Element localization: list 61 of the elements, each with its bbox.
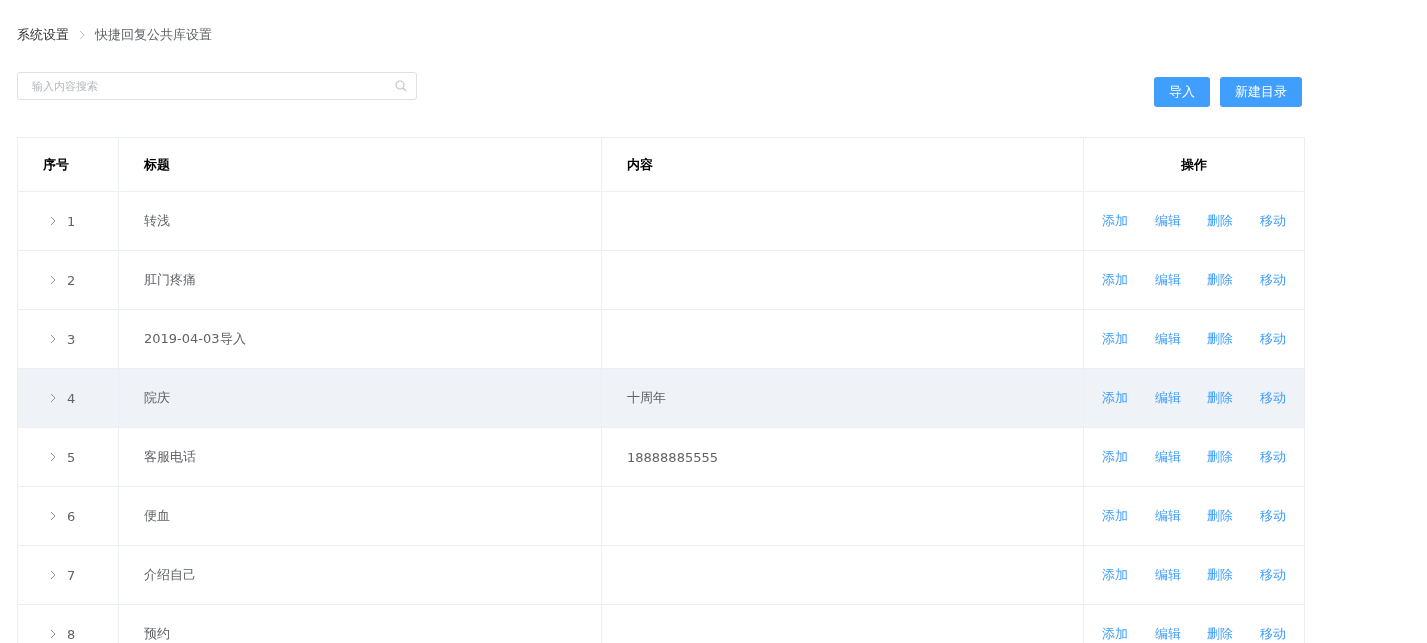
action-link[interactable]: 删除	[1207, 212, 1234, 230]
title-cell: 客服电话	[144, 449, 196, 464]
action-link[interactable]: 移动	[1259, 507, 1286, 525]
column-header: 序号	[17, 137, 119, 192]
title-cell: 介绍自己	[144, 567, 196, 582]
action-link[interactable]: 移动	[1259, 566, 1286, 584]
action-link[interactable]: 添加	[1102, 566, 1128, 584]
action-link[interactable]: 编辑	[1154, 330, 1181, 348]
column-header: 标题	[118, 137, 602, 192]
title-cell: 肛门疼痛	[144, 272, 196, 287]
content-cell: 十周年	[627, 390, 666, 405]
breadcrumb-item: 快捷回复公共库设置	[95, 26, 212, 44]
action-link[interactable]: 添加	[1102, 389, 1128, 407]
action-link[interactable]: 添加	[1102, 330, 1128, 348]
row-index: 4	[67, 390, 76, 406]
action-link[interactable]: 删除	[1207, 271, 1234, 289]
column-header: 内容	[601, 137, 1084, 192]
row-index: 5	[67, 449, 76, 465]
action-link[interactable]: 移动	[1259, 625, 1286, 643]
action-link[interactable]: 移动	[1259, 271, 1286, 289]
action-link[interactable]: 删除	[1207, 625, 1234, 643]
action-link[interactable]: 编辑	[1154, 625, 1181, 643]
title-cell: 院庆	[144, 390, 170, 405]
action-link[interactable]: 编辑	[1154, 212, 1181, 230]
action-link[interactable]: 编辑	[1154, 507, 1181, 525]
action-link[interactable]: 添加	[1102, 507, 1128, 525]
title-cell: 2019-04-03导入	[144, 331, 246, 346]
action-link[interactable]: 编辑	[1154, 389, 1181, 407]
row-index: 2	[67, 272, 76, 288]
title-cell: 转浅	[144, 213, 170, 228]
search-field[interactable]: 输入内容搜索	[17, 72, 417, 100]
column-header: 操作	[1083, 137, 1305, 192]
action-link[interactable]: 删除	[1207, 507, 1234, 525]
action-link[interactable]: 添加	[1102, 212, 1128, 230]
action-link[interactable]: 添加	[1102, 625, 1128, 643]
action-link[interactable]: 编辑	[1154, 271, 1181, 289]
content-cell: 18888885555	[627, 449, 718, 465]
action-link[interactable]: 移动	[1259, 212, 1286, 230]
action-link[interactable]: 删除	[1207, 330, 1234, 348]
action-link[interactable]: 添加	[1102, 271, 1128, 289]
action-link[interactable]: 移动	[1259, 448, 1286, 466]
action-button[interactable]: 新建目录	[1220, 77, 1302, 107]
action-link[interactable]: 添加	[1102, 448, 1128, 466]
title-cell: 便血	[144, 508, 170, 523]
row-index: 3	[67, 331, 76, 347]
breadcrumb-item[interactable]: 系统设置	[17, 26, 69, 44]
search-icon	[395, 80, 407, 92]
row-index: 7	[67, 567, 76, 583]
row-index: 1	[67, 213, 76, 229]
action-link[interactable]: 删除	[1207, 389, 1234, 407]
row-index: 6	[67, 508, 76, 524]
action-link[interactable]: 编辑	[1154, 448, 1181, 466]
action-link[interactable]: 移动	[1259, 330, 1286, 348]
action-link[interactable]: 编辑	[1154, 566, 1181, 584]
action-link[interactable]: 移动	[1259, 389, 1286, 407]
title-cell: 预约	[144, 626, 170, 641]
action-link[interactable]: 删除	[1207, 566, 1234, 584]
action-link[interactable]: 删除	[1207, 448, 1234, 466]
chevron-right-icon	[77, 30, 87, 40]
row-index: 8	[67, 626, 76, 642]
action-button[interactable]: 导入	[1154, 77, 1210, 107]
